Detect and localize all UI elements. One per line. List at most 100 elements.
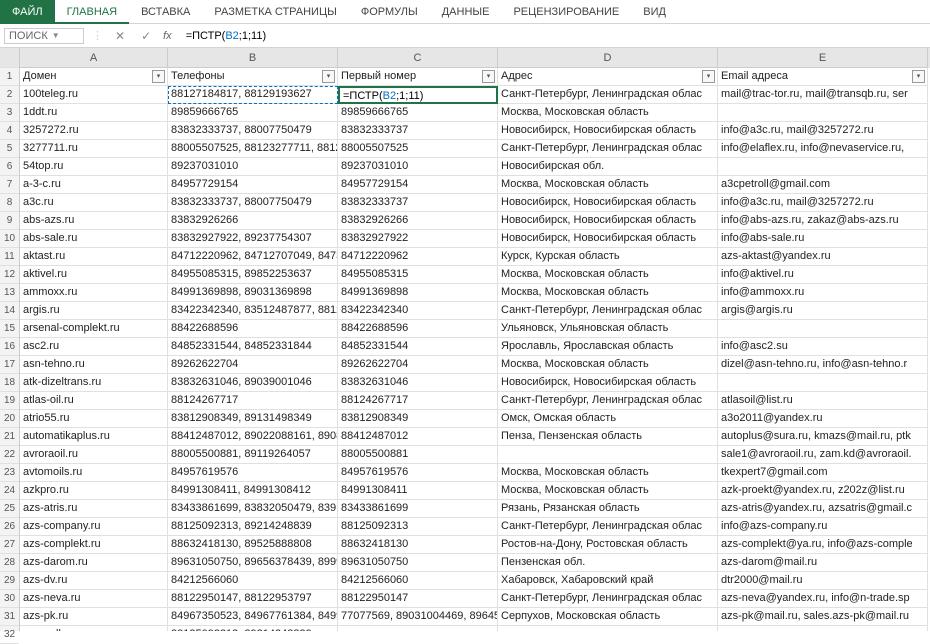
- cell[interactable]: 84957729154: [338, 176, 498, 194]
- cell[interactable]: atlasoil@list.ru: [718, 392, 928, 410]
- cell[interactable]: 83832927922: [338, 230, 498, 248]
- cell[interactable]: info@azs-company.ru: [718, 518, 928, 536]
- cell[interactable]: 84957619576: [168, 464, 338, 482]
- cell[interactable]: a3c.ru: [20, 194, 168, 212]
- cell[interactable]: 88412487012: [338, 428, 498, 446]
- cell[interactable]: 83832333737, 88007750479: [168, 122, 338, 140]
- cell[interactable]: Москва, Московская область: [498, 356, 718, 374]
- col-header-e[interactable]: E: [718, 48, 928, 68]
- header-domain[interactable]: Домен▾: [20, 68, 168, 86]
- row-header[interactable]: 11: [0, 248, 19, 266]
- cell[interactable]: 84712220962: [338, 248, 498, 266]
- cell[interactable]: info@a3c.ru, mail@3257272.ru: [718, 122, 928, 140]
- row-header[interactable]: 6: [0, 158, 19, 176]
- cell[interactable]: 1ddt.ru: [20, 104, 168, 122]
- row-header[interactable]: 1: [0, 68, 19, 86]
- cell[interactable]: 89631050750, 89656378439, 8999: [168, 554, 338, 572]
- cell[interactable]: 88422688596: [338, 320, 498, 338]
- row-header[interactable]: 27: [0, 536, 19, 554]
- cell[interactable]: info@ammoxx.ru: [718, 284, 928, 302]
- cell[interactable]: Санкт-Петербург, Ленинградская облас: [498, 140, 718, 158]
- cell[interactable]: 83832926266: [168, 212, 338, 230]
- cell[interactable]: a3cpetroll@gmail.com: [718, 176, 928, 194]
- cell[interactable]: Серпухов, Московская область: [498, 608, 718, 626]
- cell[interactable]: 83832631046, 89039001046: [168, 374, 338, 392]
- row-header[interactable]: 25: [0, 500, 19, 518]
- header-email[interactable]: Email адреса▾: [718, 68, 928, 86]
- row-header[interactable]: 14: [0, 302, 19, 320]
- cell[interactable]: avtomoils.ru: [20, 464, 168, 482]
- cell[interactable]: 100teleg.ru: [20, 86, 168, 104]
- cell[interactable]: asc2.ru: [20, 338, 168, 356]
- cell[interactable]: atk-dizeltrans.ru: [20, 374, 168, 392]
- cell[interactable]: automatikaplus.ru: [20, 428, 168, 446]
- cell[interactable]: 84712220962, 84712707049, 8473: [168, 248, 338, 266]
- cell[interactable]: [338, 626, 498, 631]
- cell[interactable]: Ярославль, Ярославская область: [498, 338, 718, 356]
- cell[interactable]: 84991369898, 89031369898: [168, 284, 338, 302]
- cell[interactable]: info@a3c.ru, mail@3257272.ru: [718, 194, 928, 212]
- cell[interactable]: 88005507525, 88123277711, 8812: [168, 140, 338, 158]
- cell[interactable]: 88632418130: [338, 536, 498, 554]
- cell[interactable]: 83832927922, 89237754307: [168, 230, 338, 248]
- cell[interactable]: 84991308411: [338, 482, 498, 500]
- formula-input[interactable]: =ПСТР(B2;1;11): [180, 28, 926, 44]
- cell[interactable]: 88632418130, 89525888808: [168, 536, 338, 554]
- cell[interactable]: info@aktivel.ru: [718, 266, 928, 284]
- cell[interactable]: 84957619576: [338, 464, 498, 482]
- cell[interactable]: ammoxx.ru: [20, 284, 168, 302]
- cell[interactable]: 89631050750: [338, 554, 498, 572]
- cell[interactable]: 89859666765: [168, 104, 338, 122]
- row-header[interactable]: 24: [0, 482, 19, 500]
- row-header[interactable]: 2: [0, 86, 19, 104]
- cell[interactable]: azs-neva@yandex.ru, info@n-trade.sp: [718, 590, 928, 608]
- row-header[interactable]: 22: [0, 446, 19, 464]
- row-header[interactable]: 7: [0, 176, 19, 194]
- cell[interactable]: 88124267717: [338, 392, 498, 410]
- cell[interactable]: 84212566060: [338, 572, 498, 590]
- cell[interactable]: azs-atris.ru: [20, 500, 168, 518]
- cell[interactable]: Москва, Московская область: [498, 284, 718, 302]
- header-first-number[interactable]: Первый номер▾: [338, 68, 498, 86]
- cell[interactable]: Санкт-Петербург, Ленинградская облас: [498, 518, 718, 536]
- cell[interactable]: =ПСТР(B2;1;11): [338, 86, 498, 104]
- fx-icon[interactable]: fx: [163, 30, 172, 42]
- cell[interactable]: aktast.ru: [20, 248, 168, 266]
- cell[interactable]: azs-complekt.ru: [20, 536, 168, 554]
- filter-icon[interactable]: ▾: [322, 70, 335, 83]
- row-header[interactable]: 19: [0, 392, 19, 410]
- tab-file[interactable]: ФАЙЛ: [0, 0, 55, 24]
- header-address[interactable]: Адрес▾: [498, 68, 718, 86]
- select-all-corner[interactable]: [0, 48, 19, 68]
- filter-icon[interactable]: ▾: [912, 70, 925, 83]
- row-header[interactable]: 3: [0, 104, 19, 122]
- cell[interactable]: 77077569, 89031004469, 89645993: [338, 608, 498, 626]
- cell[interactable]: azkpro.ru: [20, 482, 168, 500]
- cell[interactable]: 89262622704: [168, 356, 338, 374]
- cell[interactable]: 84991369898: [338, 284, 498, 302]
- row-header[interactable]: 30: [0, 590, 19, 608]
- cell[interactable]: 84955085315, 89852253637: [168, 266, 338, 284]
- cell[interactable]: [718, 374, 928, 392]
- cell[interactable]: atlas-oil.ru: [20, 392, 168, 410]
- cell[interactable]: 88005500881, 89119264057: [168, 446, 338, 464]
- cell[interactable]: Омск, Омская область: [498, 410, 718, 428]
- cell[interactable]: 89237031010: [338, 158, 498, 176]
- row-header[interactable]: 5: [0, 140, 19, 158]
- row-header[interactable]: 26: [0, 518, 19, 536]
- cell[interactable]: arsenal-complekt.ru: [20, 320, 168, 338]
- cell[interactable]: argis@argis.ru: [718, 302, 928, 320]
- row-header[interactable]: 10: [0, 230, 19, 248]
- filter-icon[interactable]: ▾: [152, 70, 165, 83]
- cell[interactable]: sale1@avroraoil.ru, zam.kd@avroraoil.: [718, 446, 928, 464]
- cell[interactable]: abs-sale.ru: [20, 230, 168, 248]
- cell[interactable]: Санкт-Петербург, Ленинградская облас: [498, 86, 718, 104]
- cell[interactable]: Новосибирск, Новосибирская область: [498, 194, 718, 212]
- cell[interactable]: Пензенская обл.: [498, 554, 718, 572]
- cell[interactable]: azs-pk.ru: [20, 608, 168, 626]
- cell[interactable]: 83422342340, 83512487877, 8812: [168, 302, 338, 320]
- row-header[interactable]: 20: [0, 410, 19, 428]
- cell[interactable]: 88412487012, 89022088161, 8908: [168, 428, 338, 446]
- cell[interactable]: azs-pulkovo.ru: [20, 626, 168, 631]
- cell[interactable]: 84967350523, 84967761384, 8499: [168, 608, 338, 626]
